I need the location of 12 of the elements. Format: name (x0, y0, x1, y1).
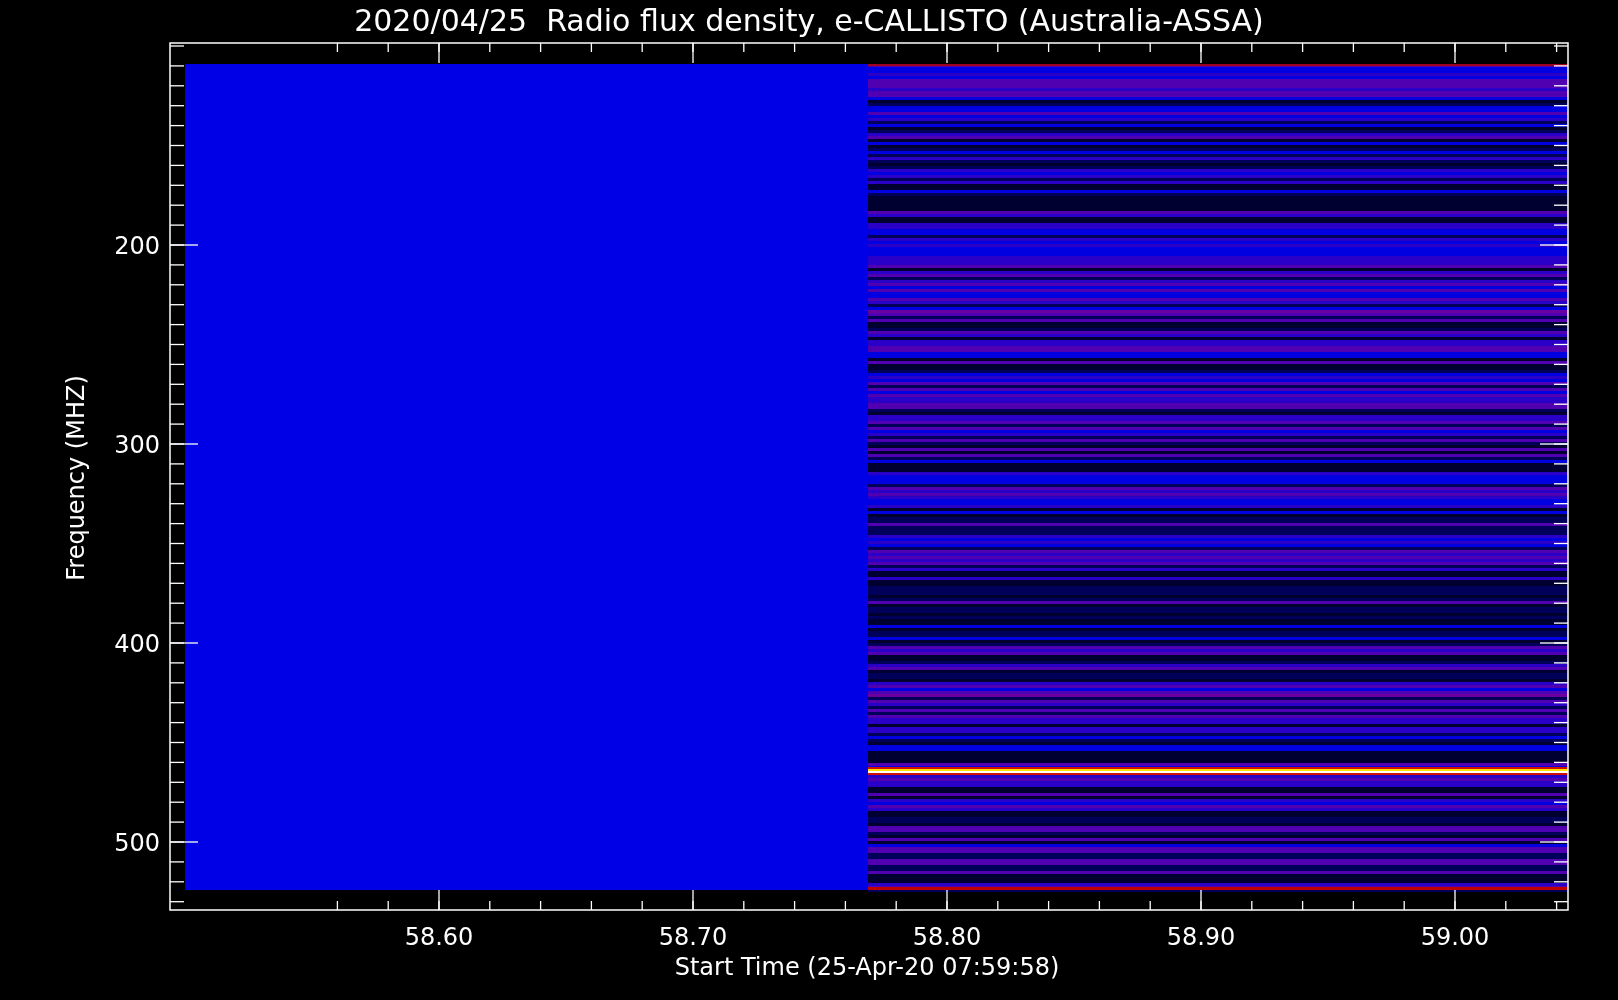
x-tick-label: 58.80 (912, 923, 982, 951)
y-tick-label: 400 (114, 630, 160, 658)
x-tick-label: 58.60 (404, 923, 474, 951)
x-tick-label: 58.70 (658, 923, 728, 951)
x-tick-label: 58.90 (1166, 923, 1236, 951)
x-axis-label: Start Time (25-Apr-20 07:59:58) (674, 953, 1060, 981)
plot-title: 2020/04/25 Radio flux density, e-CALLISTO (Australia-ASSA) (354, 3, 1264, 38)
y-tick-label: 200 (114, 232, 160, 260)
y-tick-label: 300 (114, 431, 160, 459)
y-tick-label: 500 (114, 829, 160, 857)
x-tick-label: 59.00 (1420, 923, 1490, 951)
y-axis-label: Frequency (MHZ) (62, 375, 90, 581)
